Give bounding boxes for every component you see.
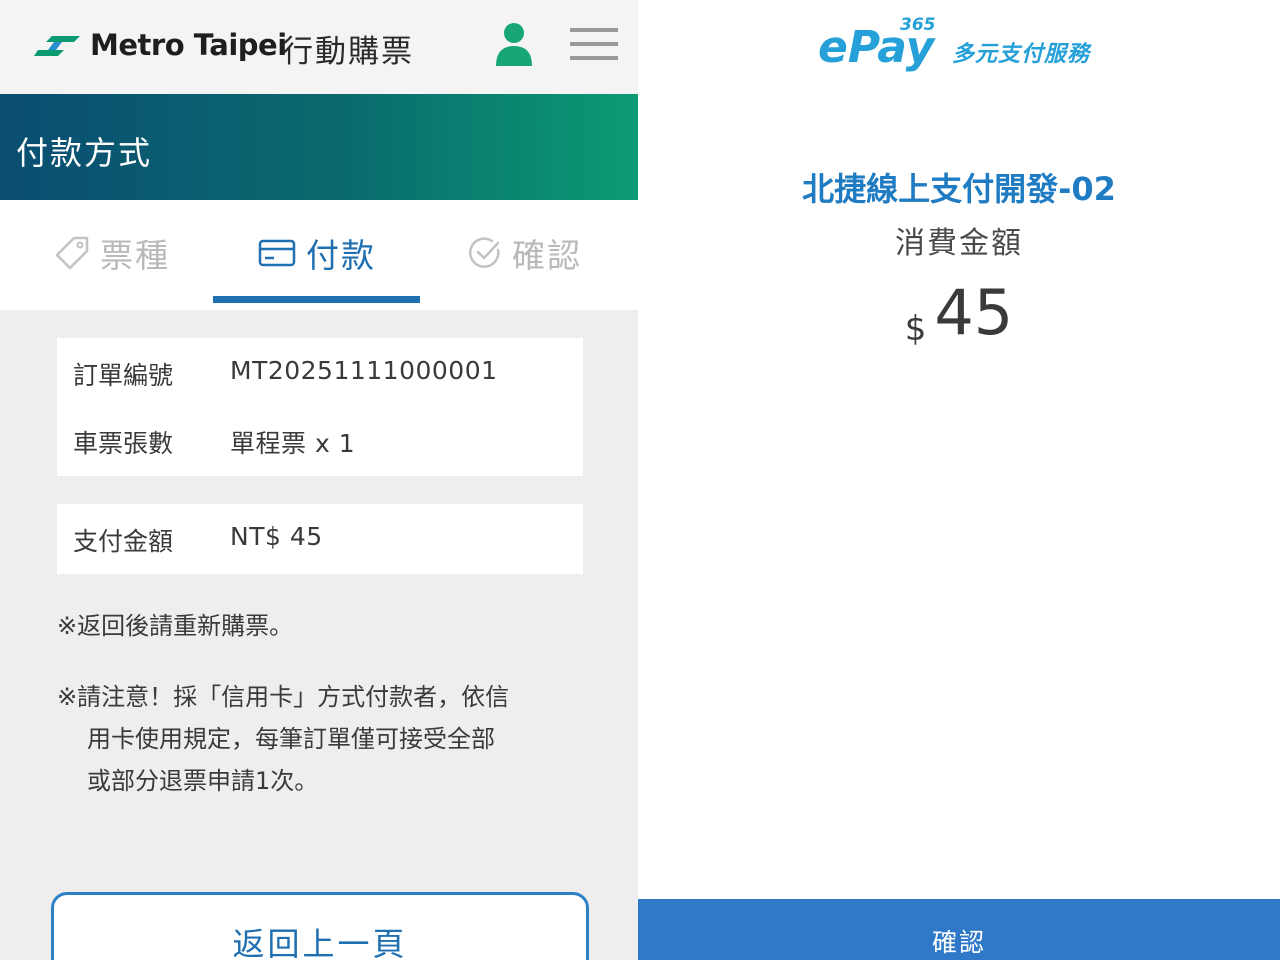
tab-label: 確認 [512,236,582,275]
hamburger-menu-icon[interactable] [570,28,618,60]
order-number-value: MT20251111000001 [230,356,498,385]
epay-subtitle: 多元支付服務 [952,42,1091,67]
epay-logo-badge: 365 [900,15,936,35]
amount-label: 消費金額 [895,226,1023,261]
active-tab-indicator [213,296,420,303]
payment-amount-label: 支付金額 [73,527,174,556]
brand-name: Metro Taipei [90,28,287,62]
step-tabs: 票種 付款 確認 [0,200,638,310]
amount-display: $45 [638,276,1280,349]
merchant-name: 北捷線上支付開發-02 [802,170,1116,208]
tab-label: 付款 [306,236,376,275]
tab-confirm[interactable]: 確認 [468,228,582,278]
back-button[interactable]: 返回上一頁 [51,892,589,960]
metro-payment-panel: Metro Taipei 行動購票 付款方式 票種 付款 確認 訂單編號 MT2… [0,0,638,960]
payment-amount-card: 支付金額 NT$ 45 [57,504,583,574]
check-circle-icon [469,237,500,268]
epay-logo: ePay 365 [818,15,937,73]
ticket-quantity-value: 單程票 x 1 [230,429,356,458]
tab-ticket-type[interactable]: 票種 [54,228,170,278]
order-number-label: 訂單編號 [73,361,174,390]
back-button-label: 返回上一頁 [232,925,408,960]
ticket-quantity-label: 車票張數 [73,429,174,458]
epay-panel: ePay 365 多元支付服務 北捷線上支付開發-02 消費金額 $45 確認 [638,0,1280,960]
note-line: ※請注意！採「信用卡」方式付款者，依信 [57,683,510,711]
order-info-card: 訂單編號 MT20251111000001 車票張數 單程票 x 1 [57,338,583,476]
amount-value: 45 [934,276,1014,349]
payment-amount-value: NT$ 45 [230,522,323,551]
section-title: 付款方式 [16,134,153,172]
tab-label: 票種 [100,236,170,275]
note-line: 或部分退票申請1次。 [87,767,319,795]
app-header: Metro Taipei 行動購票 [0,0,638,94]
section-banner: 付款方式 [0,94,638,200]
user-icon[interactable] [494,22,534,66]
tab-payment[interactable]: 付款 [258,228,376,278]
app-title: 行動購票 [282,34,414,70]
credit-card-refund-note: ※請注意！採「信用卡」方式付款者，依信 用卡使用規定，每筆訂單僅可接受全部 或部… [57,676,597,802]
confirm-button-label: 確認 [931,928,986,957]
confirm-button[interactable]: 確認 [638,899,1280,960]
currency-symbol: $ [904,309,927,349]
note-line: 用卡使用規定，每筆訂單僅可接受全部 [87,725,495,753]
metro-logo-icon [34,36,80,56]
return-note: ※返回後請重新購票。 [57,612,294,640]
credit-card-icon [258,239,296,267]
ticket-icon [55,236,89,270]
